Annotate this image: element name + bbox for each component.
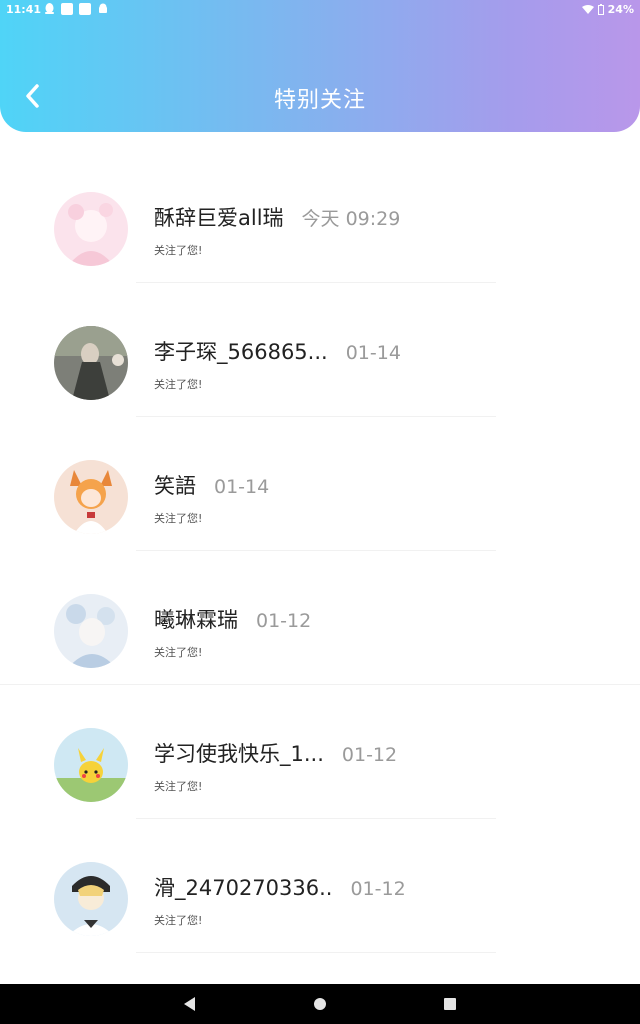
- avatar[interactable]: [54, 594, 128, 668]
- list-item[interactable]: 笑語 01-14 关注了您!: [0, 418, 640, 552]
- avatar[interactable]: [54, 862, 128, 936]
- follow-date: 01-12: [341, 744, 398, 766]
- header: 11:41 24% 特别关注: [0, 0, 640, 132]
- follow-date: 01-12: [350, 878, 406, 900]
- user-name[interactable]: 酥辞巨爱all瑞: [154, 202, 284, 232]
- status-notification-icons: [44, 3, 109, 15]
- divider: [136, 282, 496, 283]
- avatar[interactable]: [54, 326, 128, 400]
- avatar[interactable]: [54, 192, 128, 266]
- name-row: 酥辞巨爱all瑞 今天 09:29: [154, 202, 400, 232]
- list-item[interactable]: 李子琛_566865... 01-14 关注了您!: [0, 284, 640, 418]
- avatar[interactable]: [54, 460, 128, 534]
- screen: 11:41 24% 特别关注 酥辞巨爱all瑞 今天 09:29 关注了您! 李…: [0, 0, 640, 1024]
- nav-recents-icon[interactable]: [444, 998, 456, 1010]
- avatar[interactable]: [54, 728, 128, 802]
- notification-icon: [61, 3, 73, 15]
- name-row: 笑語 01-14: [154, 470, 269, 500]
- follow-message: 关注了您!: [154, 244, 203, 257]
- status-right: 24%: [581, 3, 634, 16]
- battery-percent: 24%: [607, 3, 634, 16]
- nav-home-icon[interactable]: [314, 998, 326, 1010]
- divider: [136, 416, 496, 417]
- user-name[interactable]: 曦琳霖瑞: [154, 604, 238, 634]
- list-item[interactable]: 滑_2470270336.. 01-12 关注了您!: [0, 820, 640, 954]
- name-row: 学习使我快乐_1... 01-12: [154, 738, 397, 768]
- page-title: 特别关注: [273, 88, 366, 113]
- wifi-icon: [581, 4, 594, 14]
- list-item[interactable]: 曦琳霖瑞 01-12 关注了您!: [0, 552, 640, 686]
- name-row: 曦琳霖瑞 01-12: [154, 604, 311, 634]
- list-item[interactable]: 酥辞巨爱all瑞 今天 09:29 关注了您!: [0, 150, 640, 284]
- user-name[interactable]: 学习使我快乐_1...: [154, 738, 324, 768]
- status-time: 11:41: [6, 3, 42, 16]
- follow-date: 01-12: [256, 610, 312, 632]
- follow-message: 关注了您!: [154, 646, 203, 659]
- android-icon: [99, 3, 107, 13]
- nav-back-icon[interactable]: [184, 997, 195, 1011]
- user-name[interactable]: 李子琛_566865...: [154, 336, 328, 366]
- follow-message: 关注了您!: [154, 780, 203, 793]
- divider: [0, 684, 640, 685]
- battery-icon: [597, 4, 604, 15]
- name-row: 滑_2470270336.. 01-12: [154, 872, 406, 902]
- status-bar: 11:41 24%: [0, 0, 640, 20]
- follow-date: 01-14: [214, 476, 270, 498]
- follow-list: 酥辞巨爱all瑞 今天 09:29 关注了您! 李子琛_566865... 01…: [0, 150, 640, 954]
- divider: [136, 550, 496, 551]
- qq-icon: [45, 3, 54, 14]
- name-row: 李子琛_566865... 01-14: [154, 336, 401, 366]
- list-item[interactable]: 学习使我快乐_1... 01-12 关注了您!: [0, 686, 640, 820]
- user-name[interactable]: 笑語: [154, 470, 196, 500]
- follow-message: 关注了您!: [154, 512, 203, 525]
- navigation-bar: [0, 984, 640, 1024]
- notification-icon: [79, 3, 91, 15]
- follow-message: 关注了您!: [154, 914, 203, 927]
- divider: [136, 818, 496, 819]
- user-name[interactable]: 滑_2470270336..: [154, 872, 332, 902]
- divider: [136, 952, 496, 953]
- follow-date: 01-14: [345, 342, 401, 364]
- follow-message: 关注了您!: [154, 378, 203, 391]
- follow-date: 今天 09:29: [301, 208, 401, 230]
